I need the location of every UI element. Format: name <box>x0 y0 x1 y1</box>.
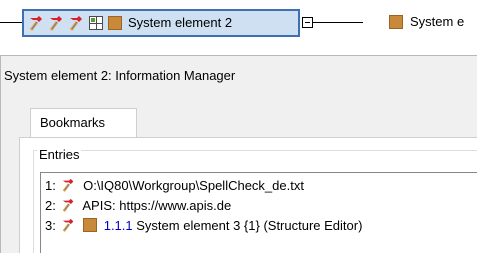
structure-node-next[interactable]: System e <box>410 14 464 30</box>
entry-index: 3: <box>45 218 56 233</box>
system-element-icon <box>389 15 403 29</box>
grid-icon <box>89 16 103 30</box>
dialog-title: System element 2: Information Manager <box>4 68 236 83</box>
connector-line <box>0 22 22 23</box>
collapse-toggle[interactable] <box>302 17 313 28</box>
hammer-icon <box>49 16 62 31</box>
list-item[interactable]: 2: APIS: https://www.apis.de <box>45 196 231 216</box>
node-label: System element 2 <box>128 15 233 30</box>
structure-node-selected[interactable]: System element 2 <box>22 9 300 37</box>
hammer-icon <box>63 178 74 192</box>
entry-index: 1: <box>45 178 56 193</box>
entries-label: Entries <box>37 147 82 163</box>
hammer-icon <box>63 218 74 232</box>
hammer-icon <box>29 16 42 31</box>
list-item[interactable]: 1: O:\IQ80\Workgroup\SpellCheck_de.txt <box>45 176 304 196</box>
tab-label: Bookmarks <box>40 115 106 130</box>
system-element-icon <box>83 218 98 232</box>
connector-line <box>313 22 363 23</box>
system-element-icon <box>108 16 122 30</box>
entry-text: APIS: https://www.apis.de <box>82 198 232 213</box>
hammer-icon <box>63 198 74 212</box>
list-item[interactable]: 3: 1.1.1 System element 3 {1} (Structure… <box>45 216 362 236</box>
entry-index: 2: <box>45 198 56 213</box>
hammer-icon <box>69 16 82 31</box>
entry-text: O:\IQ80\Workgroup\SpellCheck_de.txt <box>83 178 304 193</box>
entry-text: System element 3 {1} (Structure Editor) <box>136 218 363 233</box>
entry-number: 1.1.1 <box>103 218 133 233</box>
tab-bookmarks[interactable]: Bookmarks <box>30 108 137 138</box>
